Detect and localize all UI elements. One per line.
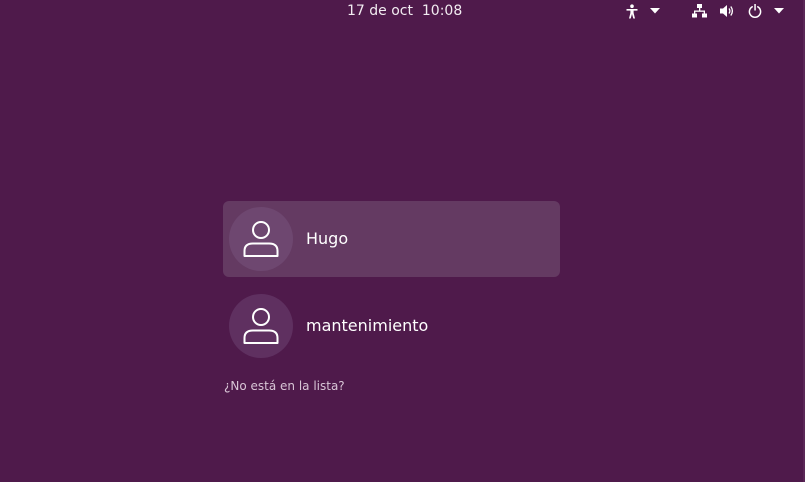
user-icon	[243, 221, 279, 257]
not-listed-link[interactable]: ¿No está en la lista?	[224, 378, 345, 394]
accessibility-menu-arrow-icon[interactable]	[648, 3, 662, 19]
time-label: 10:08	[421, 3, 463, 19]
power-icon[interactable]	[747, 3, 763, 19]
avatar	[229, 207, 293, 271]
system-menu-arrow-icon[interactable]	[772, 3, 786, 19]
user-row-mantenimiento[interactable]: mantenimiento	[223, 288, 560, 364]
user-name: mantenimiento	[306, 316, 429, 335]
user-row-hugo[interactable]: Hugo	[223, 201, 560, 277]
network-wired-icon[interactable]	[691, 3, 707, 19]
user-name: Hugo	[306, 229, 349, 248]
top-bar: 17 de oct 10:08	[0, 0, 805, 23]
user-list: Hugo mantenimiento	[223, 201, 560, 364]
volume-icon[interactable]	[719, 3, 735, 19]
accessibility-icon[interactable]	[624, 3, 640, 19]
user-icon	[243, 308, 279, 344]
date-time-menu[interactable]: 17 de oct 10:08	[347, 3, 462, 20]
date-label: 17 de oct	[347, 3, 413, 19]
avatar	[229, 294, 293, 358]
